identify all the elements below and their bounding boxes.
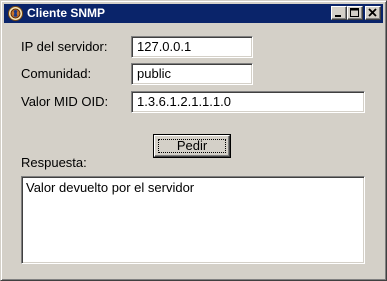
close-button[interactable] (365, 6, 381, 20)
oid-label: Valor MID OID: (21, 94, 109, 109)
java-app-icon[interactable] (8, 6, 23, 21)
oid-field[interactable]: 1.3.6.1.2.1.1.1.0 (131, 91, 365, 113)
community-field[interactable]: public (131, 63, 253, 85)
oid-value: 1.3.6.1.2.1.1.1.0 (137, 94, 231, 109)
close-icon (368, 8, 377, 17)
maximize-button[interactable] (347, 6, 363, 20)
ip-field[interactable]: 127.0.0.1 (131, 36, 253, 58)
minimize-button[interactable] (331, 6, 347, 20)
snmp-client-window: Cliente SNMP IP del servidor: 127.0.0.1 … (0, 0, 387, 281)
ip-label: IP del servidor: (21, 39, 108, 54)
window-title: Cliente SNMP (27, 6, 106, 20)
response-label: Respuesta: (21, 155, 87, 170)
community-label: Comunidad: (21, 66, 92, 81)
maximize-icon (350, 8, 359, 17)
title-bar[interactable]: Cliente SNMP (4, 4, 383, 23)
response-textarea[interactable]: Valor devuelto por el servidor (21, 176, 365, 264)
pedir-button[interactable]: Pedir (153, 134, 231, 158)
pedir-button-label: Pedir (176, 138, 208, 153)
minimize-icon (335, 15, 341, 17)
community-value: public (137, 66, 171, 81)
ip-value: 127.0.0.1 (137, 39, 192, 54)
response-text: Valor devuelto por el servidor (26, 180, 195, 195)
